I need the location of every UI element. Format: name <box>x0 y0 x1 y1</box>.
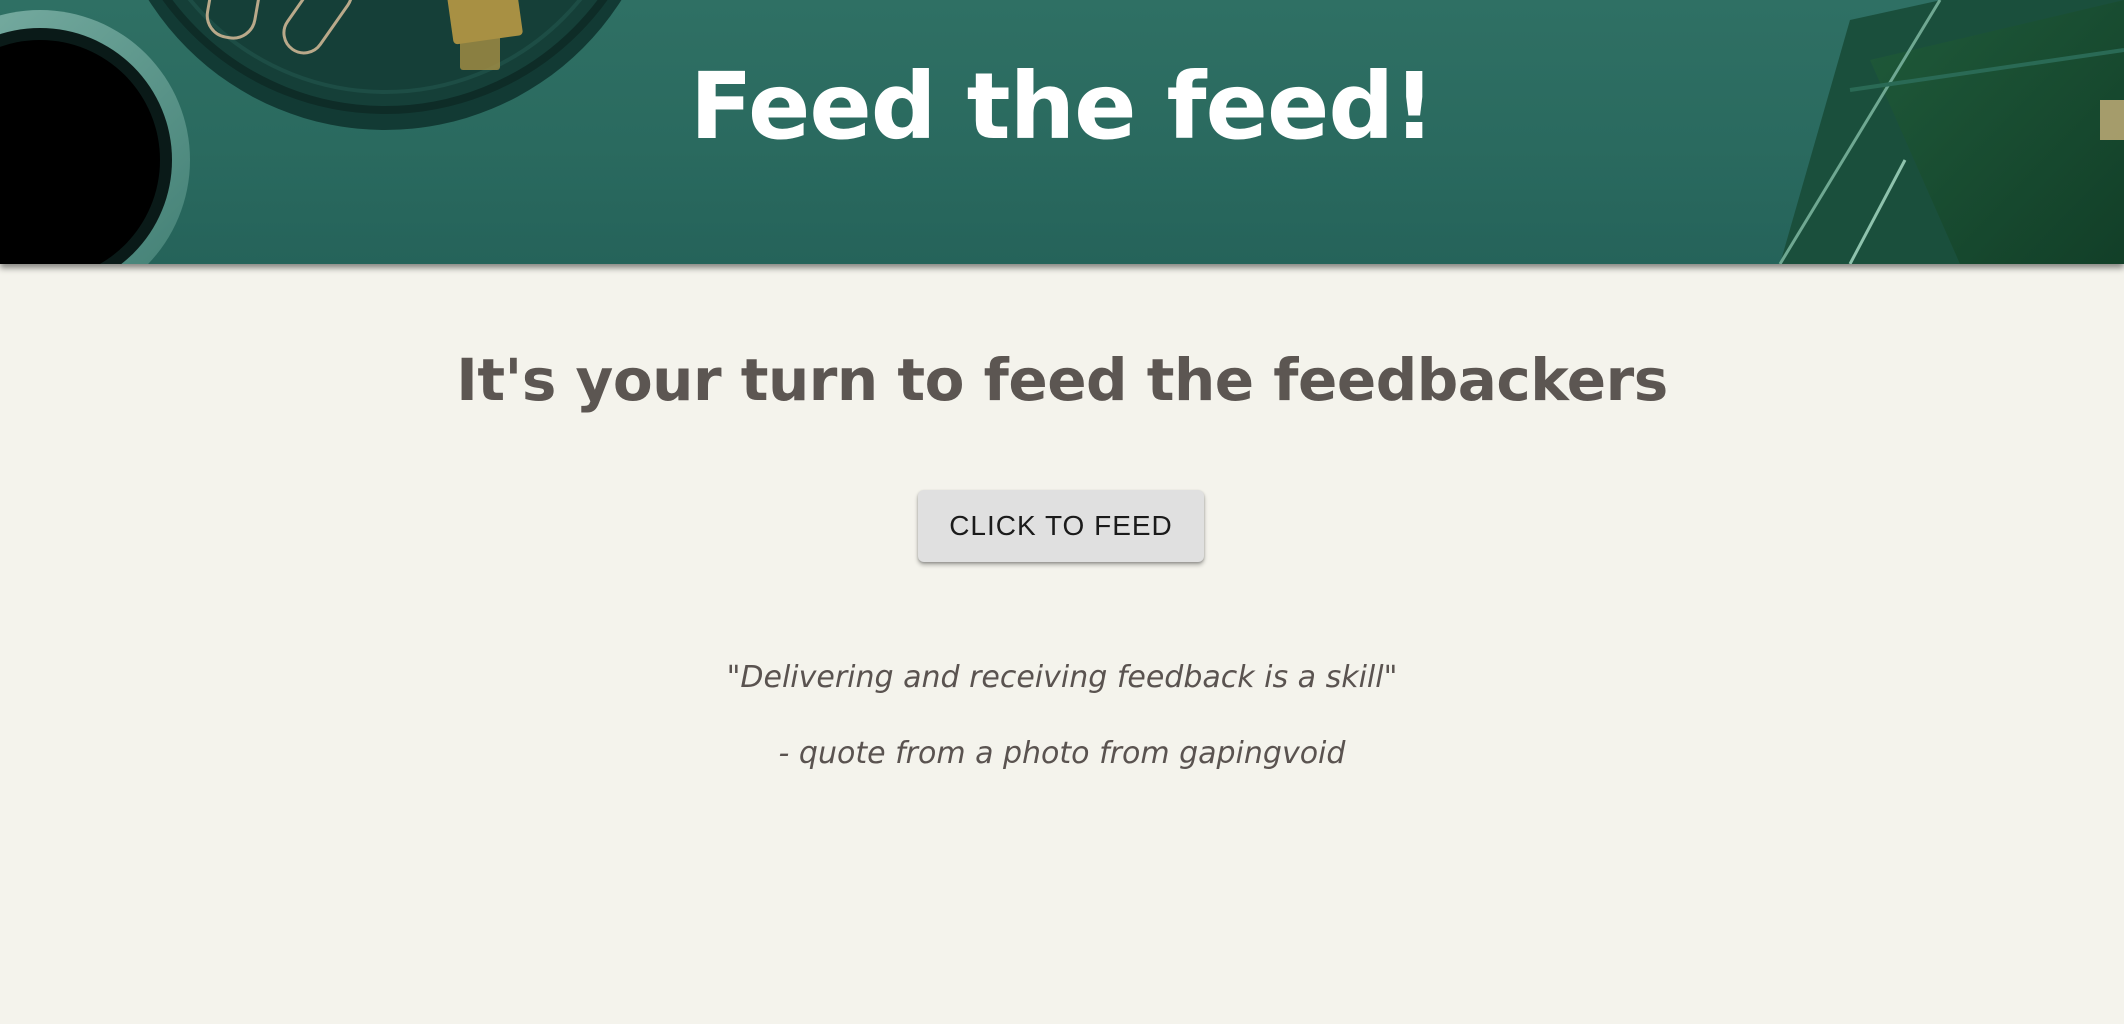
quote-attribution: - quote from a photo from gapingvoid <box>778 736 1346 771</box>
quote-text: "Delivering and receiving feedback is a … <box>726 660 1398 695</box>
hero-banner: Feed the feed! <box>0 0 2124 264</box>
click-to-feed-button[interactable]: CLICK TO FEED <box>918 490 1204 562</box>
subtitle: It's your turn to feed the feedbackers <box>456 346 1668 414</box>
page-title: Feed the feed! <box>689 53 1435 160</box>
main-content: It's your turn to feed the feedbackers C… <box>0 264 2124 1024</box>
